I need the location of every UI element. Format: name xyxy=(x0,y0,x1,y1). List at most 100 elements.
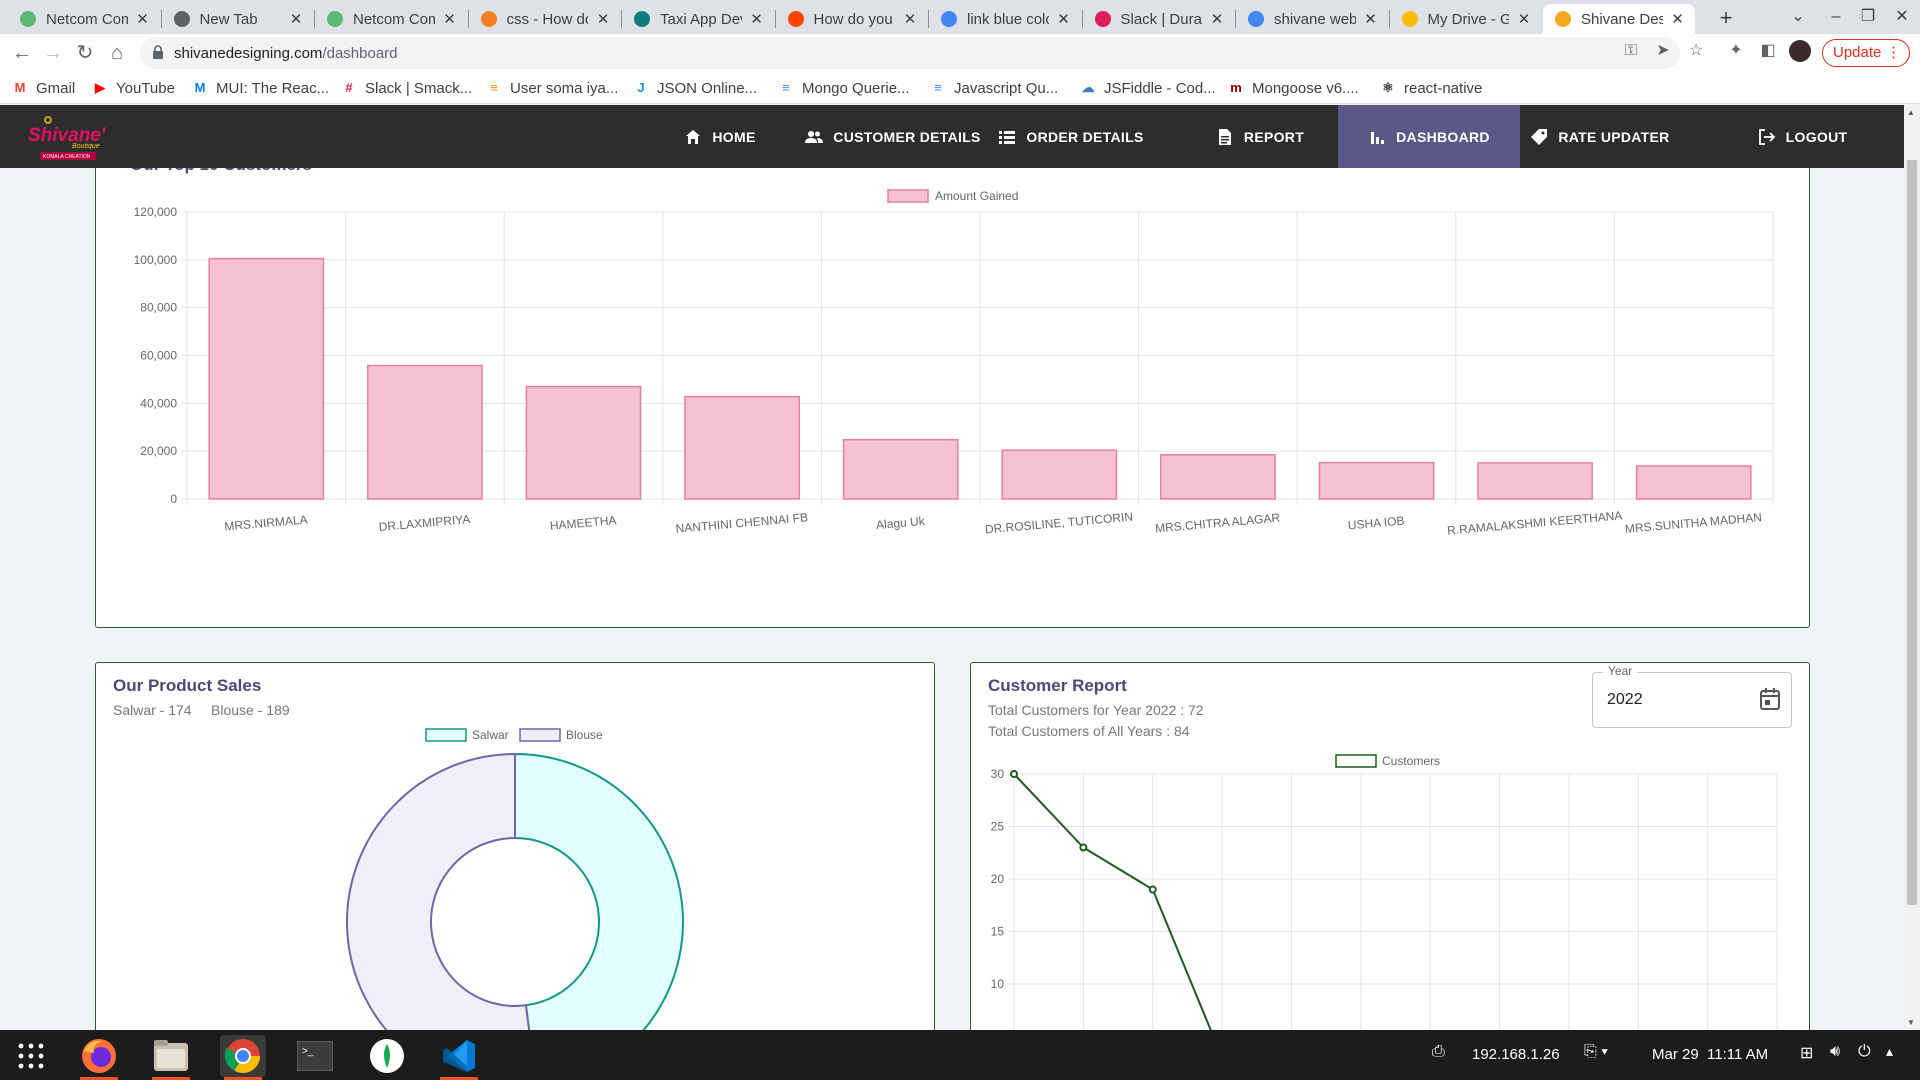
tab-close-icon[interactable]: ✕ xyxy=(134,10,152,28)
scroll-down-icon[interactable]: ▼ xyxy=(1907,1018,1915,1027)
nav-item-customer-details[interactable]: CUSTOMER DETAILS xyxy=(798,105,988,168)
bar[interactable] xyxy=(1160,454,1276,500)
year-picker[interactable]: Year 2022 xyxy=(1592,664,1792,728)
browser-tab[interactable]: Netcom Com ✕ xyxy=(8,4,160,34)
calendar-icon[interactable] xyxy=(1759,687,1781,711)
key-icon[interactable]: ⚿ xyxy=(1620,40,1642,62)
forward-icon[interactable]: → xyxy=(40,40,66,66)
browser-toolbar: ← → ↻ ⌂ shivanedesigning.com/dashboard ⚿… xyxy=(0,34,1920,72)
tab-close-icon[interactable]: ✕ xyxy=(1669,10,1687,28)
nav-item-order-details[interactable]: ORDER DETAILS xyxy=(996,105,1146,168)
power-icon[interactable]: ⏻ xyxy=(1858,1043,1871,1061)
tab-close-icon[interactable]: ✕ xyxy=(1208,10,1226,28)
bar[interactable] xyxy=(1635,465,1752,500)
firefox-icon[interactable] xyxy=(76,1035,122,1080)
tab-close-icon[interactable]: ✕ xyxy=(1055,10,1073,28)
tab-separator xyxy=(774,10,776,28)
chrome-icon[interactable] xyxy=(220,1035,266,1080)
mongodb-compass-icon[interactable] xyxy=(364,1035,410,1077)
bookmark-item[interactable]: # Slack | Smack... xyxy=(341,78,472,98)
nav-item-home[interactable]: HOME xyxy=(664,105,776,168)
bookmark-item[interactable]: M Gmail xyxy=(12,78,76,98)
nav-item-logout[interactable]: LOGOUT xyxy=(1730,105,1875,168)
tab-favicon-icon xyxy=(1248,11,1264,27)
send-icon[interactable]: ➤ xyxy=(1652,40,1674,62)
address-bar[interactable]: shivanedesigning.com/dashboard xyxy=(140,37,1680,69)
bar[interactable] xyxy=(1318,461,1435,500)
bookmark-item[interactable]: J JSON Online... xyxy=(633,78,757,98)
extensions-icon[interactable]: ✦ xyxy=(1725,40,1747,62)
bookmark-item[interactable]: ≡ Javascript Qu... xyxy=(930,78,1058,98)
network-icon[interactable]: ⊞ xyxy=(1800,1043,1813,1063)
browser-tab[interactable]: How do you r ✕ xyxy=(776,4,928,34)
nav-item-dashboard[interactable]: DASHBOARD xyxy=(1338,105,1520,168)
pie-slice[interactable] xyxy=(346,752,537,1030)
minimize-icon[interactable]: – xyxy=(1824,6,1848,28)
bar[interactable] xyxy=(684,395,800,500)
browser-tab[interactable]: Netcom Com ✕ xyxy=(315,4,467,34)
maximize-icon[interactable]: ❐ xyxy=(1856,6,1880,28)
line-point[interactable] xyxy=(1010,770,1018,778)
bar[interactable] xyxy=(842,438,959,500)
tab-close-icon[interactable]: ✕ xyxy=(901,10,919,28)
tab-close-icon[interactable]: ✕ xyxy=(441,10,459,28)
close-window-icon[interactable]: ✕ xyxy=(1890,6,1914,28)
browser-tab[interactable]: New Tab ✕ xyxy=(162,4,314,34)
volume-icon[interactable]: 🔊︎ xyxy=(1830,1043,1840,1061)
tray-expand-icon[interactable]: ▴ xyxy=(1886,1043,1893,1060)
bookmark-item[interactable]: m Mongoose v6.... xyxy=(1228,78,1359,98)
bookmark-star-icon[interactable]: ☆ xyxy=(1685,40,1707,62)
lock-icon xyxy=(153,45,163,59)
terminal-icon[interactable]: >_ xyxy=(292,1035,338,1077)
bookmark-item[interactable]: ▶ YouTube xyxy=(92,78,175,98)
browser-tab[interactable]: shivane web ✕ xyxy=(1236,4,1388,34)
app-grid-icon[interactable] xyxy=(8,1035,54,1077)
tab-close-icon[interactable]: ✕ xyxy=(1362,10,1380,28)
line-point[interactable] xyxy=(1148,885,1157,894)
bar[interactable] xyxy=(208,257,325,500)
scroll-up-icon[interactable]: ▲ xyxy=(1907,108,1915,117)
tab-close-icon[interactable]: ✕ xyxy=(594,10,612,28)
vscode-icon[interactable] xyxy=(436,1035,482,1080)
tab-close-icon[interactable]: ✕ xyxy=(287,10,305,28)
new-tab-button[interactable]: + xyxy=(1712,4,1740,32)
reload-icon[interactable]: ↻ xyxy=(72,40,98,66)
browser-tab[interactable]: link blue colo ✕ xyxy=(929,4,1081,34)
page-scrollbar-thumb[interactable] xyxy=(1907,160,1917,905)
clipboard-tray-icon[interactable]: ⎙ xyxy=(1432,1043,1445,1061)
bookmark-item[interactable]: ☁ JSFiddle - Cod... xyxy=(1080,78,1216,98)
home-button-icon[interactable]: ⌂ xyxy=(104,40,130,66)
bookmark-item[interactable]: ≡ Mongo Querie... xyxy=(778,78,909,98)
profile-avatar[interactable] xyxy=(1789,40,1811,62)
side-panel-icon[interactable]: ◧ xyxy=(1757,40,1779,62)
chart-legend: Customers xyxy=(1335,754,1440,768)
clipboard-menu-icon[interactable]: ⎘ ▾ xyxy=(1584,1043,1608,1061)
browser-tab[interactable]: Taxi App Dev ✕ xyxy=(622,4,774,34)
line-point[interactable] xyxy=(1079,843,1088,852)
nav-item-report[interactable]: REPORT xyxy=(1200,105,1320,168)
tab-close-icon[interactable]: ✕ xyxy=(1515,10,1533,28)
update-button[interactable]: Update ⋮ xyxy=(1822,39,1910,67)
bar[interactable] xyxy=(1477,462,1593,500)
x-tick-label: HAMEETHA xyxy=(549,513,617,533)
bookmark-item[interactable]: ⚛ react-native xyxy=(1380,78,1482,98)
pie-slice[interactable] xyxy=(514,752,684,1030)
back-icon[interactable]: ← xyxy=(9,40,35,66)
bar[interactable] xyxy=(367,364,483,500)
browser-tab[interactable]: Slack | Durai ✕ xyxy=(1083,4,1235,34)
files-icon[interactable] xyxy=(148,1035,194,1080)
browser-tab[interactable]: css - How do ✕ xyxy=(469,4,621,34)
browser-tab[interactable]: My Drive - Go ✕ xyxy=(1390,4,1542,34)
bar[interactable] xyxy=(1001,449,1118,500)
nav-item-rate-updater[interactable]: RATE UPDATER xyxy=(1520,105,1680,168)
product-sales-chart: Salwar Blouse xyxy=(346,728,684,1030)
tab-title: link blue colo xyxy=(967,10,1049,28)
browser-tab[interactable]: Shivane Desi ✕ xyxy=(1543,4,1695,34)
bar[interactable] xyxy=(525,385,642,500)
date-time[interactable]: Mar 29 11:11 AM xyxy=(1652,1046,1768,1063)
bookmark-item[interactable]: M MUI: The Reac... xyxy=(192,78,330,98)
bookmark-item[interactable]: ≡ User soma iya... xyxy=(486,78,618,98)
x-tick-label: MRS.NIRMALA xyxy=(224,512,308,533)
tab-close-icon[interactable]: ✕ xyxy=(748,10,766,28)
tab-search-icon[interactable]: ⌄ xyxy=(1786,6,1810,28)
